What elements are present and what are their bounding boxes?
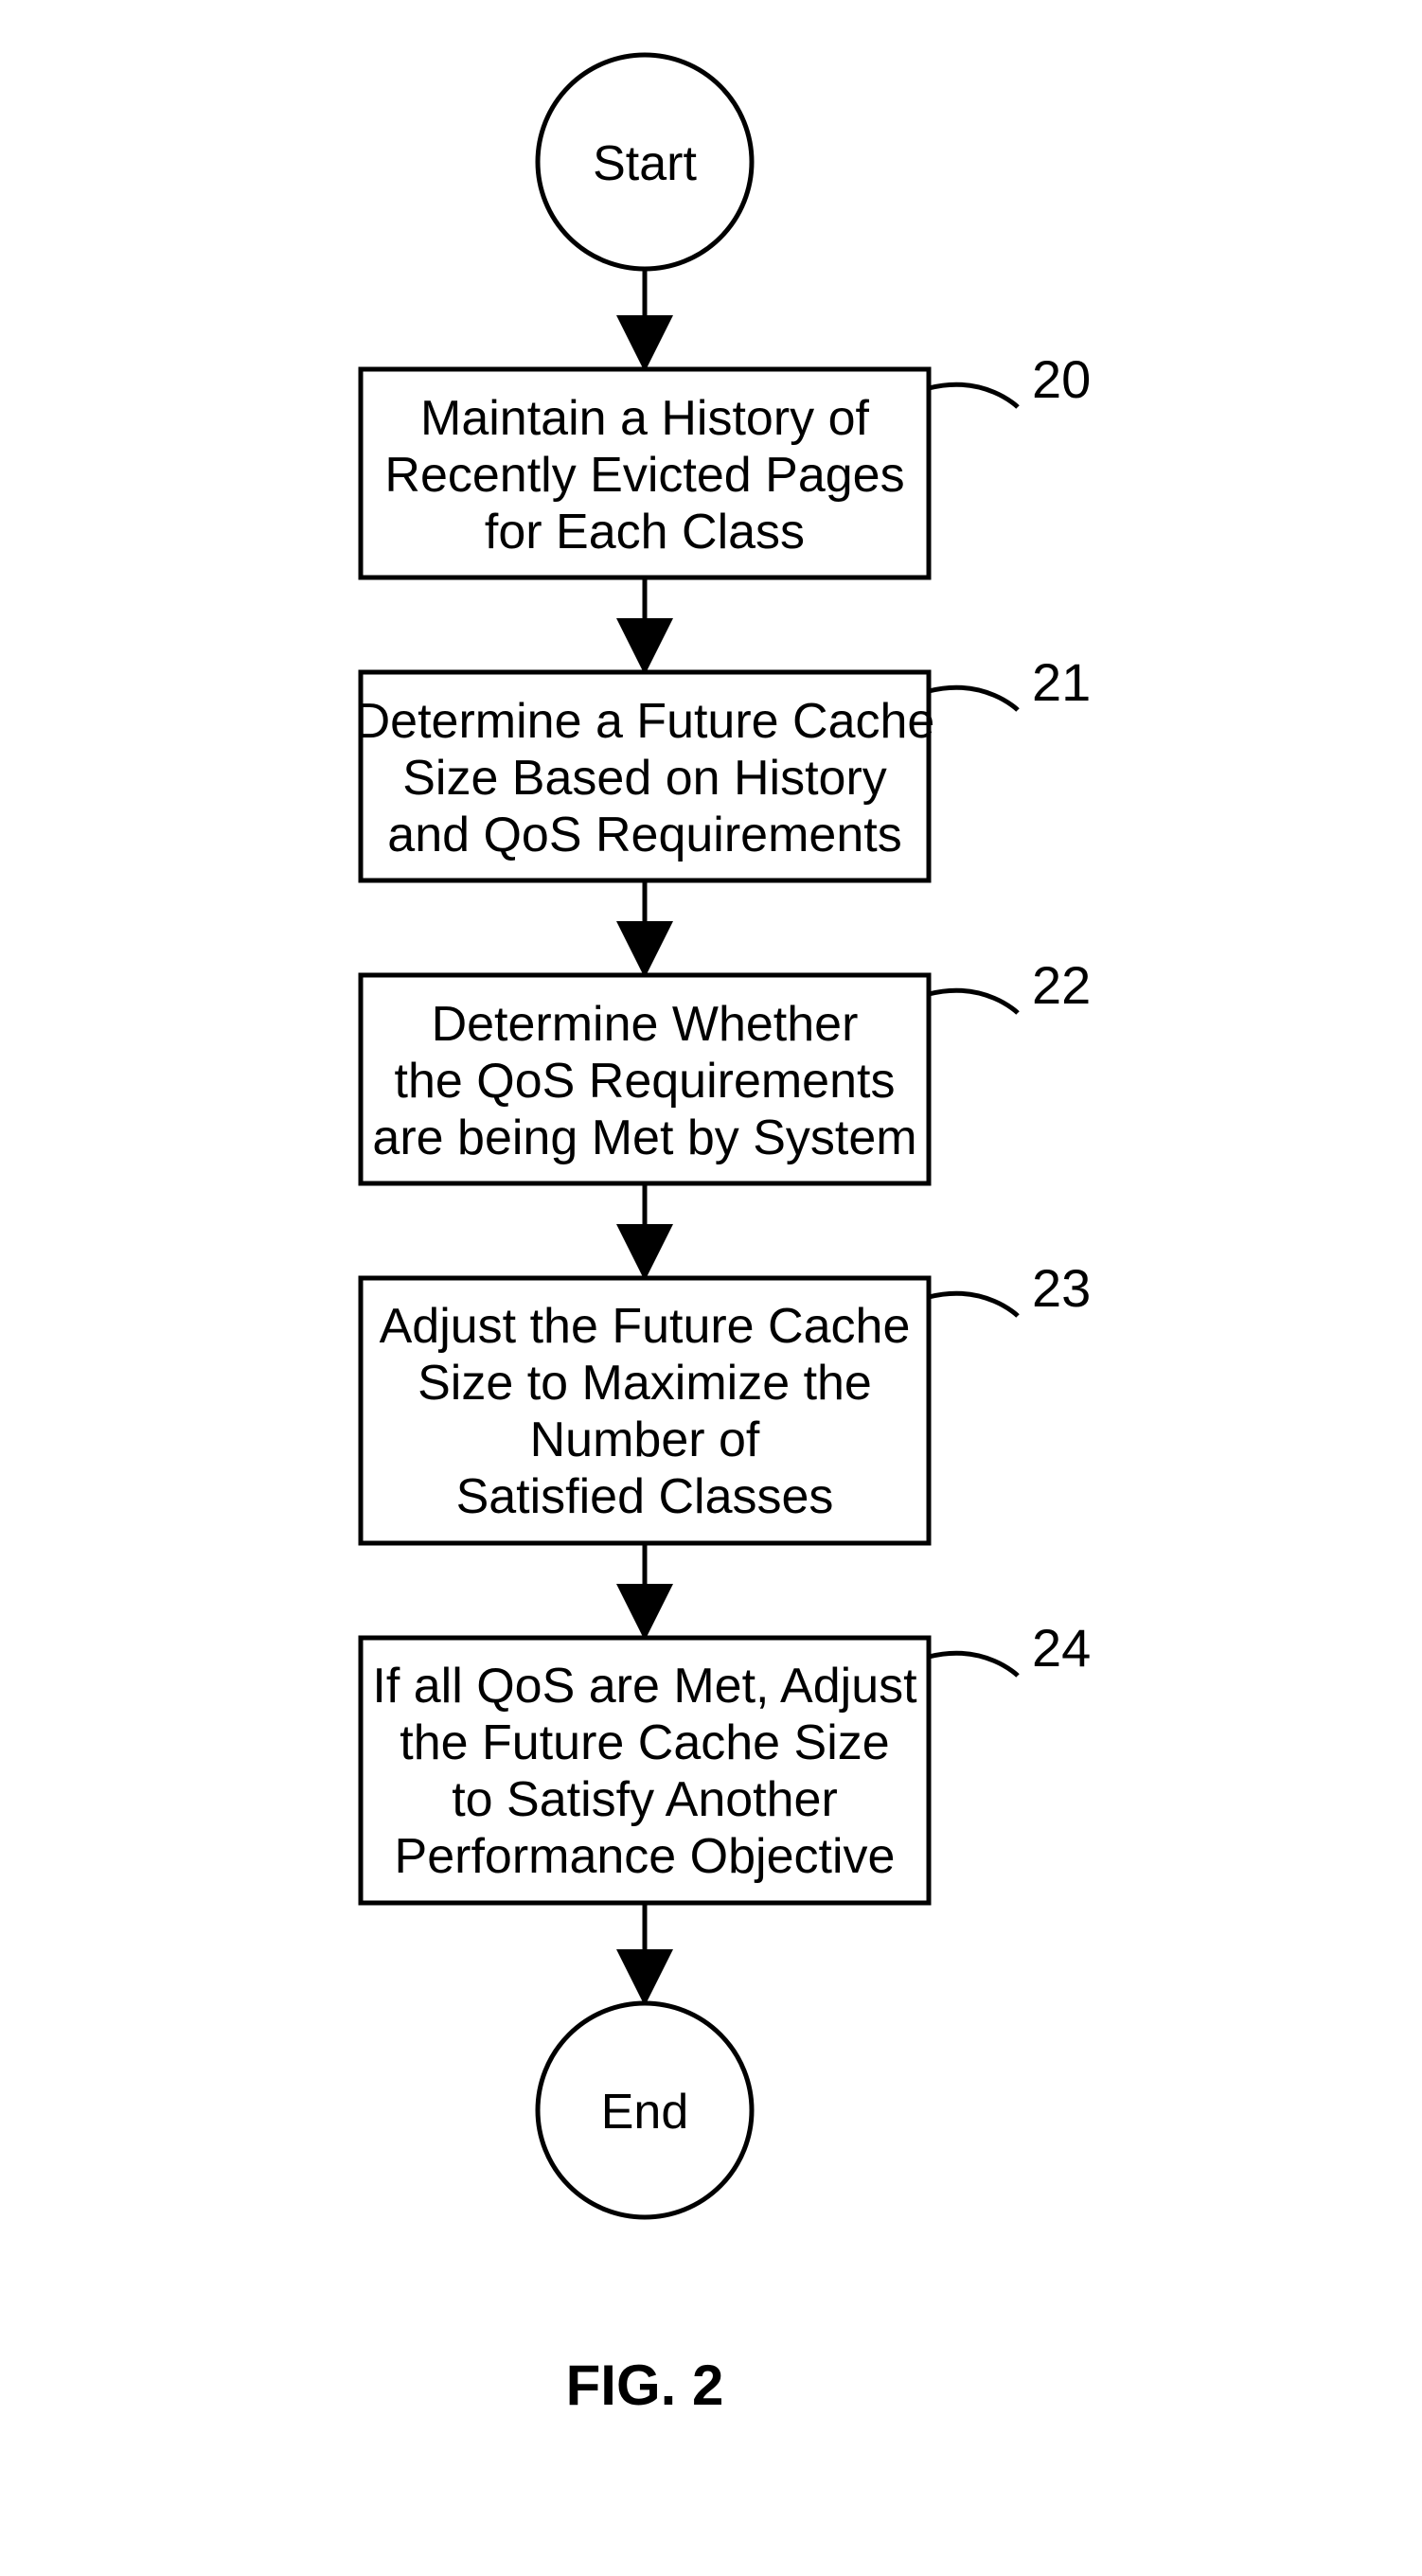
start-label: Start bbox=[593, 136, 697, 191]
figure-caption: FIG. 2 bbox=[566, 2354, 724, 2417]
step-24-line1: If all QoS are Met, Adjust bbox=[372, 1659, 917, 1714]
step-22-line3: are being Met by System bbox=[372, 1110, 916, 1165]
step-24-line2: the Future Cache Size bbox=[400, 1715, 889, 1770]
step-21-ref: 21 bbox=[1032, 652, 1091, 712]
step-24-ref: 24 bbox=[1032, 1618, 1091, 1678]
step-21-line2: Size Based on History bbox=[402, 751, 887, 806]
step-22-ref: 22 bbox=[1032, 955, 1091, 1015]
step-24-line3: to Satisfy Another bbox=[452, 1772, 838, 1827]
step-23-line4: Satisfied Classes bbox=[456, 1469, 834, 1524]
end-label: End bbox=[601, 2085, 689, 2140]
step-20-line2: Recently Evicted Pages bbox=[384, 448, 904, 503]
step-23-ref: 23 bbox=[1032, 1258, 1091, 1318]
step-23-line2: Size to Maximize the bbox=[418, 1356, 872, 1411]
step-20-line3: for Each Class bbox=[485, 505, 805, 560]
step-24-line4: Performance Objective bbox=[395, 1829, 896, 1884]
step-23-line3: Number of bbox=[530, 1412, 760, 1467]
step-21-line3: and QoS Requirements bbox=[387, 808, 901, 862]
step-21-line1: Determine a Future Cache bbox=[355, 694, 935, 749]
step-22-line2: the QoS Requirements bbox=[395, 1054, 896, 1109]
step-20-ref: 20 bbox=[1032, 349, 1091, 409]
step-22-line1: Determine Whether bbox=[432, 997, 859, 1052]
flowchart: Start Maintain a History of Recently Evi… bbox=[0, 0, 1422, 2576]
step-20-line1: Maintain a History of bbox=[420, 391, 870, 446]
step-23-line1: Adjust the Future Cache bbox=[380, 1299, 911, 1354]
